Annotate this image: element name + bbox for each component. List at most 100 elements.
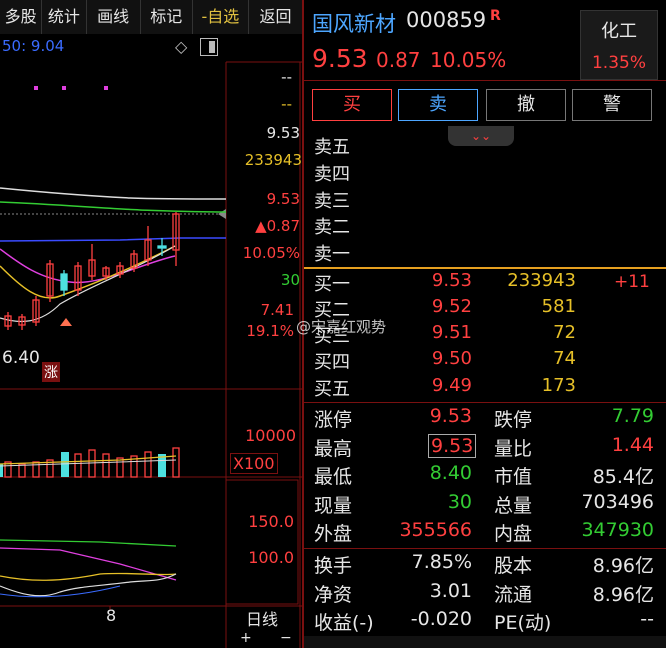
toolbar-mark[interactable]: 标记 bbox=[141, 0, 193, 34]
stat-label: 最高 bbox=[314, 437, 353, 460]
zoom-out-button[interactable]: − bbox=[280, 630, 292, 646]
axis-change: ▲0.87 bbox=[255, 217, 300, 235]
stat-label: 涨停 bbox=[314, 409, 353, 431]
stats-row: 外盘 355566 内盘 347930 bbox=[304, 519, 666, 547]
stat-value: 8.96亿 bbox=[592, 583, 654, 606]
stat-value: 9.53 bbox=[429, 405, 472, 427]
stat-label: 总量 bbox=[494, 494, 533, 517]
stat-value: 85.4亿 bbox=[592, 466, 654, 489]
signal-marker bbox=[62, 86, 66, 90]
axis-current-volume: 30 bbox=[280, 271, 300, 289]
bid-volume: 74 bbox=[553, 348, 576, 369]
bid-label: 买一 bbox=[314, 274, 350, 295]
sector-pct: 1.35% bbox=[591, 53, 646, 73]
stat-label: 收益(-) bbox=[314, 612, 374, 635]
toolbar-stats[interactable]: 统计 bbox=[42, 0, 87, 34]
toolbar-multi-stock[interactable]: 多股 bbox=[0, 0, 43, 34]
axis-label: -- bbox=[281, 95, 292, 113]
ask-3-label: 卖三 bbox=[314, 191, 350, 212]
stat-value: 30 bbox=[447, 490, 472, 513]
volume-unit: X100 bbox=[230, 453, 278, 474]
axis-label: -- bbox=[281, 68, 292, 86]
bid-volume: 581 bbox=[541, 296, 576, 317]
bid-price: 9.49 bbox=[431, 375, 472, 396]
last-price: 9.53 bbox=[312, 44, 368, 73]
signal-marker bbox=[34, 86, 38, 90]
sector-name: 化工 bbox=[601, 21, 637, 42]
ask-2-label: 卖二 bbox=[314, 217, 350, 238]
ma-line-green bbox=[0, 201, 227, 213]
stock-code: 000859 bbox=[406, 8, 487, 32]
stat-value: 7.85% bbox=[411, 551, 472, 573]
watermark: @宋嘉红观势 bbox=[296, 318, 387, 336]
stat-label: 市值 bbox=[494, 466, 533, 489]
signal-marker bbox=[104, 86, 108, 90]
stat-value: 7.79 bbox=[611, 405, 654, 427]
stat-value: 3.01 bbox=[429, 579, 472, 602]
bid-label: 买四 bbox=[314, 352, 350, 373]
bid-volume: 173 bbox=[541, 375, 576, 396]
price-change: 0.87 bbox=[376, 48, 421, 72]
bid-volume: 72 bbox=[553, 322, 576, 343]
ma-line-magenta bbox=[0, 248, 176, 284]
limit-up-badge: 涨 bbox=[42, 362, 60, 382]
bid-price: 9.52 bbox=[431, 296, 472, 317]
candles-down bbox=[60, 238, 167, 296]
stats-row: 最低 8.40 市值 85.4亿 bbox=[304, 462, 666, 490]
stats-row: 收益(-) -0.020 PE(动) -- bbox=[304, 608, 666, 636]
sector-box[interactable]: 化工 1.35% bbox=[580, 10, 658, 80]
orderbook-separator bbox=[304, 267, 666, 269]
stat-value: 703496 bbox=[581, 490, 654, 513]
stat-label: 换手 bbox=[314, 555, 353, 577]
bid-volume: 233943 bbox=[507, 270, 576, 291]
ma-line-white-short bbox=[0, 245, 176, 323]
price-change-pct: 10.05% bbox=[430, 48, 507, 72]
stats-row: 换手 7.85% 股本 8.96亿 bbox=[304, 551, 666, 579]
stat-value: -- bbox=[640, 608, 654, 631]
stat-value: 8.40 bbox=[429, 462, 472, 485]
stat-label: 内盘 bbox=[494, 523, 533, 546]
toolbar-back[interactable]: 返回 bbox=[249, 0, 302, 34]
stat-label: 流通 bbox=[494, 583, 533, 606]
toolbar-draw-line[interactable]: 画线 bbox=[87, 0, 141, 34]
indicator-axis-mid: 100.0 bbox=[248, 548, 294, 567]
collapse-chevron-icon[interactable]: ⌄⌄ bbox=[448, 126, 514, 146]
bid-price: 9.53 bbox=[431, 270, 472, 291]
chart-toolbar: 多股 统计 画线 标记 -自选 返回 bbox=[0, 0, 302, 34]
ma-line-white bbox=[0, 187, 227, 200]
stat-value: 347930 bbox=[581, 519, 654, 542]
candles bbox=[4, 212, 180, 330]
axis-pct-low: 19.1% bbox=[246, 322, 294, 340]
ask-5-label: 卖五 bbox=[314, 137, 350, 158]
stat-value: -0.020 bbox=[410, 608, 472, 631]
stat-label: PE(动) bbox=[494, 612, 552, 635]
ma-line-blue bbox=[0, 237, 226, 242]
margin-badge: R bbox=[490, 8, 501, 24]
stat-value: 8.96亿 bbox=[592, 555, 654, 577]
toolbar-watchlist[interactable]: -自选 bbox=[193, 0, 249, 34]
ask-4-label: 卖四 bbox=[314, 164, 350, 185]
bid-price: 9.51 bbox=[431, 322, 472, 343]
indicator-axis-top: 150.0 bbox=[248, 512, 294, 531]
stat-label: 现量 bbox=[314, 494, 353, 517]
sell-button[interactable]: 卖 bbox=[398, 89, 478, 121]
stats-row: 现量 30 总量 703496 bbox=[304, 491, 666, 519]
stat-label: 外盘 bbox=[314, 523, 353, 546]
stat-label: 净资 bbox=[314, 583, 353, 606]
date-label: 8 bbox=[106, 606, 117, 625]
cancel-order-button[interactable]: 撤 bbox=[486, 89, 566, 121]
stats-row: 最高 9.53 量比 1.44 bbox=[304, 433, 666, 462]
stat-value: 9.53 bbox=[428, 433, 476, 458]
zoom-in-button[interactable]: + bbox=[240, 630, 252, 646]
alert-button[interactable]: 警 bbox=[572, 89, 652, 121]
stat-value: 1.44 bbox=[611, 433, 654, 456]
stat-value: 355566 bbox=[399, 519, 472, 542]
stat-label: 跌停 bbox=[494, 409, 533, 431]
buy-button[interactable]: 买 bbox=[312, 89, 392, 121]
stats-row: 涨停 9.53 跌停 7.79 bbox=[304, 405, 666, 433]
stats-row: 净资 3.01 流通 8.96亿 bbox=[304, 580, 666, 608]
period-label[interactable]: 日线 bbox=[246, 606, 278, 630]
axis-bid-volume: 233943 bbox=[244, 151, 302, 169]
quote-panel: 国风新材 000859 R 9.53 0.87 10.05% 化工 1.35% … bbox=[296, 0, 666, 648]
stat-label: 量比 bbox=[494, 437, 533, 460]
